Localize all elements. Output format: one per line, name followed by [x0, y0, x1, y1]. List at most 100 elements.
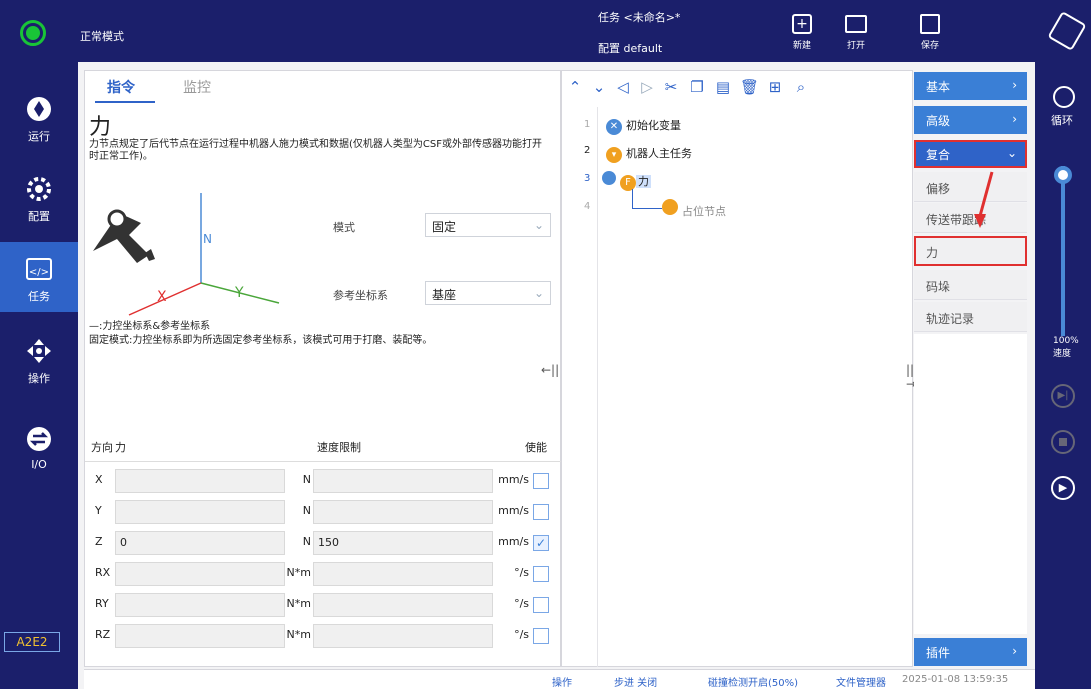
collision-status[interactable]: 碰撞检测开启(50%) — [708, 674, 798, 689]
tree-node-force[interactable]: F力 — [602, 171, 651, 191]
tree-node-placeholder[interactable]: 占位节点 — [662, 199, 726, 219]
ref-frame-select[interactable]: 基座 ⌄ — [425, 281, 551, 305]
chevron-down-circle-icon[interactable]: ⌄ — [590, 78, 608, 96]
step-status[interactable]: 步进 关闭 — [614, 674, 657, 689]
paste-icon[interactable]: ▤ — [714, 78, 732, 96]
speed-unit: °/s — [514, 628, 529, 641]
search-icon[interactable]: ⌕ — [792, 78, 810, 96]
tree-node-placeholder-label: 占位节点 — [682, 205, 726, 218]
tree-node-main[interactable]: ▾ 机器人主任务 — [606, 145, 692, 163]
enable-checkbox[interactable] — [533, 597, 549, 613]
nav-run-label: 运行 — [28, 130, 50, 143]
menu-composite-label: 复合 — [926, 148, 951, 162]
table-row: X Nmm/s — [85, 467, 562, 495]
chevron-right-icon: › — [1012, 78, 1017, 92]
nav-operate[interactable]: 操作 — [0, 324, 78, 394]
menu-item-trajectory[interactable]: 轨迹记录 — [914, 302, 1027, 332]
force-input[interactable] — [115, 469, 285, 493]
speed-slider-handle[interactable] — [1054, 166, 1072, 184]
table-header-direction: 方向 — [91, 441, 113, 454]
force-unit: N — [302, 535, 311, 548]
save-button[interactable]: 保存 — [906, 6, 954, 56]
table-row: RY N*m °/s — [85, 591, 562, 619]
new-button[interactable]: + 新建 — [778, 6, 826, 56]
timestamp: 2025-01-08 13:59:35 — [902, 674, 1009, 685]
force-unit: N*m — [286, 628, 311, 641]
speed-slider[interactable] — [1061, 166, 1065, 336]
speed-input[interactable] — [313, 469, 493, 493]
table-header-force: 力 — [115, 441, 126, 454]
force-input[interactable]: 0 — [115, 531, 285, 555]
tab-command[interactable]: 指令 — [107, 77, 135, 97]
legend-text: —:力控坐标系&参考坐标系 — [89, 321, 211, 332]
nav-run[interactable]: 运行 — [0, 82, 78, 152]
stop-icon[interactable] — [1051, 430, 1075, 454]
loop-icon[interactable] — [1053, 86, 1075, 108]
force-input[interactable] — [115, 624, 285, 648]
top-bar: 正常模式 任务 <未命名>* 配置 default + 新建 打开 保存 — [0, 0, 1091, 62]
nav-io[interactable]: I/O — [0, 412, 78, 482]
cut-icon[interactable]: ✂ — [662, 78, 680, 96]
speed-input[interactable] — [313, 562, 493, 586]
enable-checkbox[interactable] — [533, 628, 549, 644]
chevron-down-icon: ⌄ — [1006, 146, 1017, 160]
chevron-down-icon: ⌄ — [533, 286, 544, 300]
enable-checkbox[interactable] — [533, 504, 549, 520]
file-manager-link[interactable]: 文件管理器 — [836, 674, 886, 689]
speed-input[interactable] — [313, 593, 493, 617]
mode-label: 正常模式 — [80, 30, 124, 43]
row-direction: X — [95, 473, 103, 486]
nav-task-label: 任务 — [28, 290, 50, 303]
right-bar: 循环 100% 速度 ▶| ▶ — [1035, 62, 1091, 689]
delete-icon[interactable]: 🗑 — [740, 78, 759, 96]
speed-unit: mm/s — [498, 535, 529, 548]
speed-unit: mm/s — [498, 473, 529, 486]
enable-checkbox[interactable] — [533, 566, 549, 582]
nav-io-label: I/O — [31, 458, 47, 471]
speed-input[interactable] — [313, 624, 493, 648]
copy-icon[interactable]: ❐ — [688, 78, 706, 96]
play-icon[interactable]: ▶ — [1051, 476, 1075, 500]
enable-checkbox[interactable] — [533, 473, 549, 489]
redo-icon[interactable]: ▷ — [638, 78, 656, 96]
force-input[interactable] — [115, 500, 285, 524]
speed-input[interactable]: 150 — [313, 531, 493, 555]
svg-text:X: X — [157, 289, 167, 305]
force-unit: N — [302, 473, 311, 486]
status-bar: 操作 步进 关闭 碰撞检测开启(50%) 文件管理器 2025-01-08 13… — [84, 669, 1035, 689]
menu-item-force[interactable]: 力 — [914, 236, 1027, 266]
step-forward-icon[interactable]: ▶| — [1051, 384, 1075, 408]
chevron-up-circle-icon[interactable]: ⌃ — [566, 78, 584, 96]
row-direction: Z — [95, 535, 103, 548]
speed-input[interactable] — [313, 500, 493, 524]
tree-connector — [632, 189, 662, 209]
init-node-icon: ✕ — [606, 119, 622, 135]
force-input[interactable] — [115, 593, 285, 617]
menu-plugin[interactable]: 插件 › — [914, 638, 1027, 666]
enable-checkbox[interactable]: ✓ — [533, 535, 549, 551]
undo-icon[interactable]: ◁ — [614, 78, 632, 96]
table-row: Z 0 N 150 mm/s ✓ — [85, 529, 562, 557]
open-button[interactable]: 打开 — [832, 6, 880, 56]
collapse-handle-icon[interactable]: ←|| — [541, 363, 559, 377]
insert-icon[interactable]: ⊞ — [766, 78, 784, 96]
nav-task[interactable]: </> 任务 — [0, 242, 78, 312]
mode-select[interactable]: 固定 ⌄ — [425, 213, 551, 237]
menu-advanced-label: 高级 — [926, 114, 951, 128]
force-input[interactable] — [115, 562, 285, 586]
tab-monitor[interactable]: 监控 — [183, 77, 211, 97]
task-icon: </> — [26, 258, 52, 280]
command-panel: 指令 监控 力 力节点规定了后代节点在运行过程中机器人施力模式和数据(仅机器人类… — [84, 70, 562, 667]
menu-item-palletize[interactable]: 码垛 — [914, 270, 1027, 300]
panel-title: 力 — [89, 115, 112, 140]
operate-status[interactable]: 操作 — [552, 674, 572, 689]
nav-config[interactable]: 配置 — [0, 162, 78, 232]
new-icon: + — [792, 14, 812, 34]
menu-basic[interactable]: 基本 › — [914, 72, 1027, 100]
collapse-icon[interactable] — [602, 171, 616, 185]
tree-node-init[interactable]: ✕ 初始化变量 — [606, 117, 681, 135]
menu-advanced[interactable]: 高级 › — [914, 106, 1027, 134]
status-indicator-icon — [20, 20, 46, 46]
move-arrows-icon — [27, 339, 51, 363]
tab-command-underline — [95, 101, 155, 103]
